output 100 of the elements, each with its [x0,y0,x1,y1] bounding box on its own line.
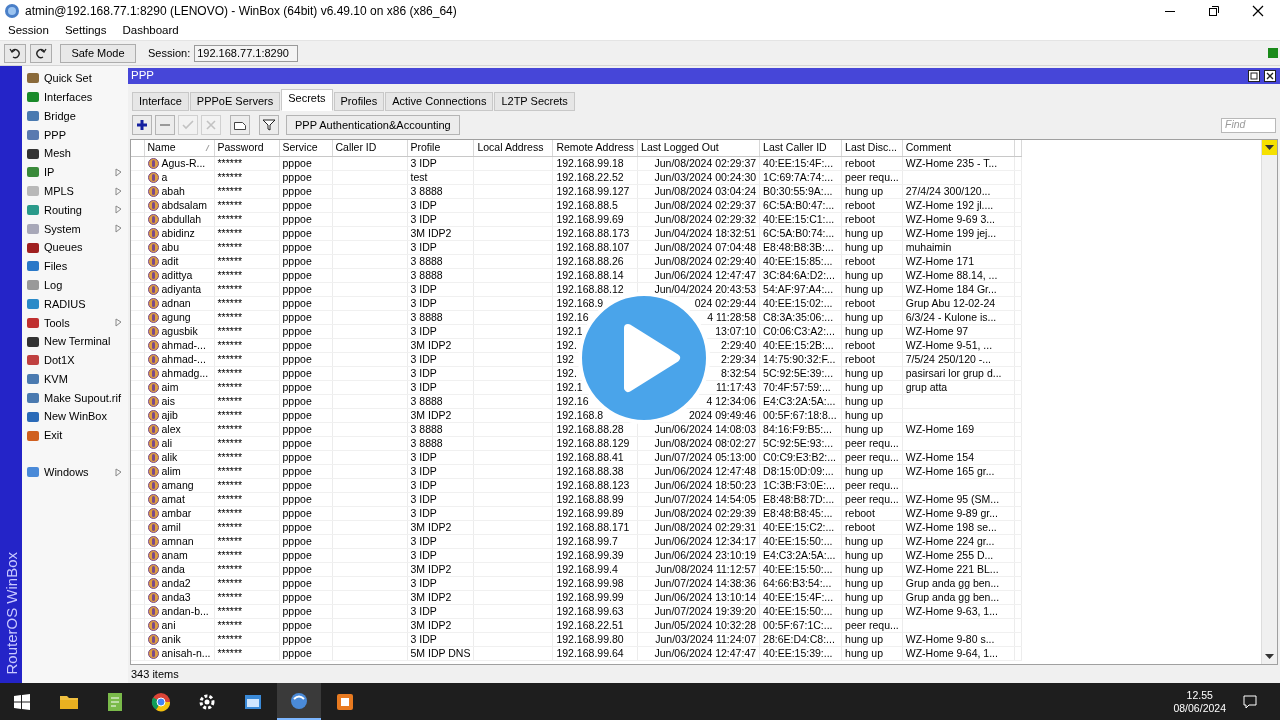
table-cell: 3 IDP [410,296,437,309]
undo-button[interactable] [4,43,26,63]
menu-item[interactable]: Mesh [22,144,128,163]
table-cell: Jun/08/2024 02:29:37 [654,156,757,169]
menu-item[interactable]: MPLS [22,181,128,201]
menu-icon [26,296,40,311]
table-cell: ****** [217,576,243,589]
menu-item[interactable]: Settings [64,22,107,40]
session-field[interactable]: 192.168.77.1:8290 [194,44,299,62]
user-icon [147,297,159,309]
table-cell: 64:66:B3:54:... [763,576,832,589]
tab[interactable]: PPPoE Servers [189,92,281,111]
table-cell: anda [161,562,185,576]
menu-item[interactable]: Session [8,22,49,40]
restore-button[interactable] [1248,70,1260,82]
menu-item[interactable]: Quick Set [22,69,128,88]
menu-item[interactable]: Tools [22,313,128,333]
scrollbar[interactable] [1261,140,1277,664]
user-icon [147,451,159,463]
menu-item[interactable]: KVM [22,369,128,389]
menu-item[interactable]: Exit [22,426,128,445]
menu-item[interactable]: New Terminal [22,332,128,351]
table-cell: 192.168.88.107 [556,240,630,253]
table-cell: anam [161,548,188,562]
table-cell: ****** [217,646,243,659]
auth-button[interactable]: PPP Authentication&Accounting [286,115,460,135]
menu-item[interactable]: Routing [22,200,128,220]
column-header[interactable]: Last Disc... [841,140,903,157]
table-cell: pppoe [282,282,312,295]
tab[interactable]: Secrets [281,89,333,111]
table-cell: 3 IDP [410,632,437,645]
table-cell: WZ-Home 9-89 gr... [905,506,998,519]
menu-item[interactable]: RADIUS [22,294,128,314]
column-header[interactable]: Comment [902,140,1015,157]
table-cell: ****** [217,562,243,575]
column-header[interactable]: Remote Address [552,140,638,157]
menu-item[interactable]: IP [22,163,128,182]
table-cell: ****** [217,590,243,603]
user-icon [147,479,159,491]
table-cell: Jun/03/2024 11:24:07 [655,632,757,645]
table-cell: WZ-Home 95 (SM... [905,492,1000,505]
tab[interactable]: L2TP Secrets [494,92,575,111]
table-cell: 192.168.22.52 [556,170,624,183]
add-button[interactable] [132,115,152,135]
app-icon [4,3,20,19]
menu-item[interactable]: Dashboard [122,22,179,40]
menu-item[interactable]: System [22,219,128,239]
table-cell: hung up [845,240,884,253]
tab[interactable]: Interface [132,92,189,111]
table-cell: reboot [845,520,875,533]
table-cell: 3 IDP [410,324,437,337]
menu-item[interactable]: Windows [22,462,128,482]
table-cell: 3 IDP [410,506,437,519]
menu-item[interactable]: Files [22,256,128,276]
redo-button[interactable] [30,43,52,63]
menu-item[interactable]: Log [22,275,128,295]
user-icon [147,409,159,421]
table-cell: 14:75:90:32:F... [763,352,836,365]
table-cell: ****** [217,394,243,407]
table-cell: 3M IDP2 [410,226,452,239]
table-cell: ****** [217,618,243,631]
column-header[interactable]: Name [144,140,215,157]
table-cell: pppoe [282,268,312,281]
tab[interactable]: Active Connections [385,92,494,111]
table-cell: E8:48:B8:45:... [763,506,833,519]
safe-mode-button[interactable]: Safe Mode [60,43,136,63]
table-cell: 3 IDP [410,366,437,379]
table-cell: 3 8888 [410,268,443,281]
table-cell: 2:29:34 [721,352,757,365]
notification-icon[interactable] [1242,693,1258,710]
table-cell: pppoe [282,646,312,659]
menu-item[interactable]: Interfaces [22,87,128,107]
column-header[interactable]: Service [279,140,333,157]
table-cell: pppoe [282,478,312,491]
table-cell: WZ-Home 9-80 s... [905,632,995,645]
table-cell: hung up [845,632,884,645]
filter-icon [262,118,276,132]
close-button[interactable] [1264,70,1276,82]
table-cell: 192.168.88.171 [556,520,630,533]
table-cell: aim [161,380,179,394]
find-field[interactable]: Find [1221,117,1276,133]
clock[interactable]: 12.55 08/06/2024 [1173,688,1226,715]
column-header[interactable]: Profile [407,140,474,157]
menu-item[interactable]: Queues [22,238,128,257]
menu-item[interactable]: Bridge [22,106,128,126]
menu-item[interactable]: New WinBox [22,407,128,427]
filter-button[interactable] [259,115,279,135]
column-header[interactable]: Last Logged Out [637,140,760,157]
column-header[interactable]: Password [214,140,280,157]
menu-item[interactable]: Make Supout.rif [22,388,128,408]
tab[interactable]: Profiles [333,92,385,111]
table-cell: adittya [161,268,193,282]
menu-item[interactable]: PPP [22,125,128,145]
comment-button[interactable] [230,115,250,135]
table-cell: hung up [845,226,884,239]
column-header[interactable]: Caller ID [332,140,408,157]
column-header[interactable]: Last Caller ID [759,140,842,157]
menu-item[interactable]: Dot1X [22,350,128,370]
table-cell: pppoe [282,590,312,603]
column-header[interactable]: Local Address [473,140,553,157]
